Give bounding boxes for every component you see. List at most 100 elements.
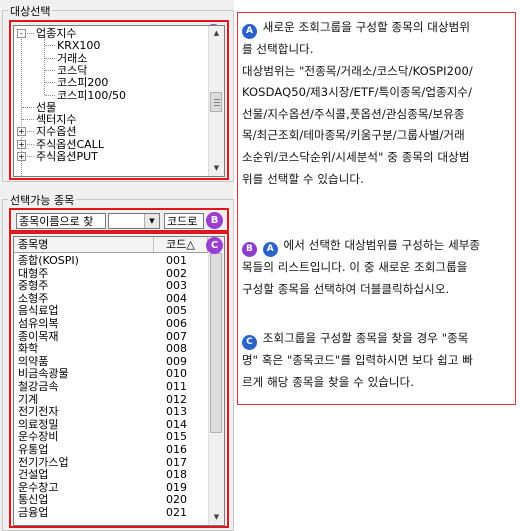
description-line: 대상범위는 "전종목/거래소/코스닥/KOSPI200/ <box>242 63 473 78</box>
column-header-code[interactable]: 코드△ <box>154 237 208 252</box>
stock-name: 금융업 <box>18 506 49 519</box>
stock-code: 021 <box>166 506 187 519</box>
list-item[interactable]: 전기가스업 017 <box>14 455 208 469</box>
collapse-icon[interactable]: - <box>17 29 26 38</box>
target-group-title: 대상선택 <box>8 3 53 19</box>
stock-code: 020 <box>166 493 187 507</box>
list-item[interactable]: 대형주 002 <box>14 266 208 280</box>
stock-code: 010 <box>166 367 187 381</box>
list-item[interactable]: 금융업 021 <box>14 507 208 519</box>
stock-name: 의약품 <box>18 354 49 368</box>
paragraph-c: C 조회그룹을 구성할 종목을 찾을 경우 "종목명" 혹은 "종목코드"를 입… <box>242 328 514 393</box>
list-item[interactable]: 의료정밀 014 <box>14 417 208 431</box>
list-item[interactable]: 화학 008 <box>14 343 208 355</box>
list-item[interactable]: 비금속광물 010 <box>14 368 208 380</box>
tree-item[interactable]: 코스닥 <box>57 64 87 77</box>
stock-code: 014 <box>166 417 187 431</box>
list-item[interactable]: 소형주 004 <box>14 291 208 305</box>
stock-code: 008 <box>166 342 187 356</box>
stock-name: 유통업 <box>18 443 49 456</box>
stock-name: 종이목재 <box>18 329 59 343</box>
scroll-thumb[interactable] <box>210 253 222 433</box>
stock-code: 009 <box>166 354 187 368</box>
tree-item[interactable]: 업종지수 <box>36 27 76 40</box>
list-item[interactable]: 기계 012 <box>14 392 208 406</box>
stock-name: 전기가스업 <box>18 455 69 469</box>
description-line: 르게 해당 종목을 찾을 수 있습니다. <box>242 374 415 389</box>
description-line: 구성할 종목을 선택하여 더블클릭하십시오. <box>242 281 450 296</box>
description-line: 조회그룹을 구성할 종목을 찾을 경우 "종목 <box>262 331 469 345</box>
stock-name: 중형주 <box>18 279 49 293</box>
chevron-down-icon[interactable]: ▼ <box>144 214 159 228</box>
stock-name: 대형주 <box>18 266 49 280</box>
stock-name: 화학 <box>18 342 39 356</box>
tree-item[interactable]: 코스피200 <box>57 76 108 89</box>
stock-code: 005 <box>166 304 187 318</box>
stock-name: 전기전자 <box>18 405 59 419</box>
badge-c-icon: C <box>242 335 257 350</box>
scroll-down-arrow-icon[interactable]: ▼ <box>209 510 224 525</box>
scroll-thumb[interactable] <box>210 92 222 112</box>
tree-item[interactable]: 섹터지수 <box>36 113 76 126</box>
expand-icon[interactable]: + <box>17 139 26 149</box>
expand-icon[interactable]: + <box>17 152 26 161</box>
list-header: 종목명 코드△ <box>14 237 208 253</box>
code-search-input[interactable]: 코드로 <box>164 213 204 229</box>
stock-name: 기계 <box>18 392 39 406</box>
tree-item[interactable]: 선물 <box>36 101 56 114</box>
list-item[interactable]: 건설업 018 <box>14 469 208 481</box>
stock-code: 004 <box>166 291 187 305</box>
stock-code: 003 <box>166 279 187 293</box>
list-item[interactable]: 종이목재 007 <box>14 329 208 343</box>
selectable-group-title: 선택가능 종목 <box>8 192 77 208</box>
stock-name: 운수창고 <box>18 480 59 494</box>
badge-a-icon: A <box>242 24 257 39</box>
tree-item[interactable]: 주식옵션PUT <box>36 150 98 163</box>
tree-item[interactable]: 거래소 <box>57 52 87 65</box>
tree-item[interactable]: 코스피100/50 <box>57 89 126 102</box>
scroll-down-arrow-icon[interactable]: ▼ <box>209 161 224 176</box>
stock-code: 012 <box>166 392 187 406</box>
list-item[interactable]: 철강금속 011 <box>14 381 208 393</box>
list-item[interactable]: 유통업 016 <box>14 444 208 456</box>
description-line: 위를 선택할 수 있습니다. <box>242 171 364 186</box>
name-search-input[interactable]: 종목이름으로 찾 <box>16 213 106 229</box>
description-line: KOSDAQ50/제3시장/ETF/특이종목/업종지수/ <box>242 85 473 100</box>
stock-name: 통신업 <box>18 493 49 507</box>
expand-icon[interactable]: + <box>17 127 26 137</box>
column-header-name[interactable]: 종목명 <box>14 237 154 252</box>
list-scrollbar[interactable]: ▲ ▼ <box>208 237 224 525</box>
list-item[interactable]: 섬유의복 006 <box>14 318 208 330</box>
stock-code: 006 <box>166 317 187 330</box>
list-item[interactable]: 음식료업 005 <box>14 305 208 317</box>
list-item[interactable]: 운수창고 019 <box>14 480 208 494</box>
stock-name: 철강금속 <box>18 380 59 393</box>
list-item[interactable]: 전기전자 013 <box>14 406 208 418</box>
left-panel: 대상선택 A -업종지수KRX100거래소코스닥코스피200코스피100/50선… <box>0 0 234 531</box>
stock-name: 비금속광물 <box>18 367 69 381</box>
target-tree[interactable]: - 업종지수 KRX100 거래소 코스닥 코스피200 코스피100/50 선물 섹터지수 + 지… <box>13 25 225 177</box>
stock-name: 음식료업 <box>18 304 59 318</box>
description-line: 새로운 조회그룹을 구성할 종목의 대상범위 <box>262 20 471 34</box>
scroll-up-arrow-icon[interactable]: ▲ <box>209 26 224 41</box>
tree-item[interactable]: 지수옵션 <box>36 125 76 138</box>
tree-scrollbar[interactable]: ▲ ▼ <box>208 26 224 176</box>
stock-name: 소형주 <box>18 291 49 305</box>
search-type-dropdown[interactable]: ▼ <box>108 213 160 229</box>
stock-list[interactable]: 종목명 코드△ 종합(KOSPI) 001 대형주 002 중형주 003 소형주 004 음식… <box>13 236 225 526</box>
list-item[interactable]: 운수장비 015 <box>14 431 208 443</box>
badge-c: C <box>206 237 223 254</box>
stock-code: 015 <box>166 430 187 444</box>
list-item[interactable]: 중형주 003 <box>14 280 208 292</box>
stock-code: 019 <box>166 480 187 494</box>
stock-code: 016 <box>166 443 187 456</box>
description-line: 명" 혹은 "종목코드"를 입력하시면 보다 쉽고 빠 <box>242 353 473 367</box>
tree-item[interactable]: KRX100 <box>57 39 100 52</box>
list-item[interactable]: 의약품 009 <box>14 354 208 368</box>
list-item[interactable]: 통신업 020 <box>14 494 208 506</box>
list-item[interactable]: 종합(KOSPI) 001 <box>14 255 208 267</box>
stock-code: 017 <box>166 455 187 469</box>
stock-name: 의료정밀 <box>18 417 59 431</box>
tree-item[interactable]: 주식옵션CALL <box>36 138 104 151</box>
paragraph-a: A 새로운 조회그룹을 구성할 종목의 대상범위 를 선택합니다. 대상범위는 "전… <box>242 17 514 190</box>
